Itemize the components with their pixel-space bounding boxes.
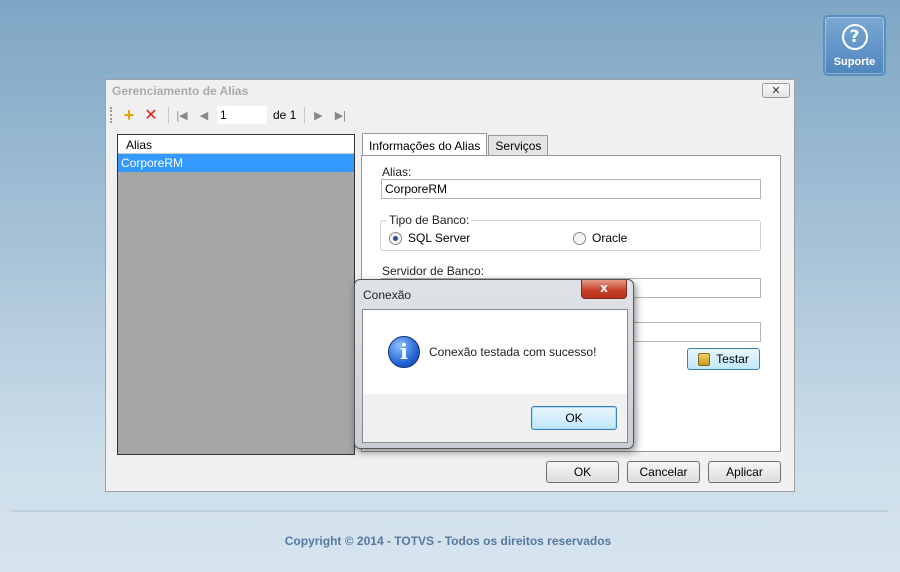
prev-page-icon[interactable]: ◀	[195, 106, 213, 124]
dialog-title: Conexão	[363, 288, 412, 302]
test-connection-button[interactable]: Testar	[687, 348, 760, 370]
db-type-label: Tipo de Banco:	[387, 213, 472, 227]
tab-services[interactable]: Serviços	[488, 135, 549, 156]
dialog-ok-button[interactable]: OK	[531, 406, 617, 430]
connection-dialog: Conexão x i Conexão testada com sucesso!…	[354, 279, 634, 449]
dialog-body: i Conexão testada com sucesso! OK	[362, 309, 628, 443]
toolbar-grip[interactable]	[110, 107, 114, 123]
cancel-button[interactable]: Cancelar	[627, 461, 700, 483]
toolbar: + ✕ |◀ ◀ de 1 ▶ ▶|	[110, 104, 790, 126]
database-icon	[698, 352, 711, 366]
ok-button[interactable]: OK	[546, 461, 619, 483]
copyright-text: Copyright © 2014 - TOTVS - Todos os dire…	[284, 534, 612, 548]
dialog-close-button[interactable]: x	[581, 280, 627, 299]
toolbar-separator	[304, 107, 306, 123]
alias-name-input[interactable]	[381, 179, 761, 199]
dialog-footer: OK	[363, 394, 627, 442]
tab-alias-info[interactable]: Informações do Alias	[362, 133, 488, 156]
alias-column-header[interactable]: Alias	[118, 135, 354, 154]
oracle-radio[interactable]: Oracle	[573, 231, 627, 245]
first-page-icon[interactable]: |◀	[173, 106, 191, 124]
alias-list: Alias CorporeRM	[117, 134, 355, 455]
test-button-label: Testar	[716, 352, 749, 366]
question-circle-icon: ?	[841, 24, 868, 50]
apply-button[interactable]: Aplicar	[708, 461, 781, 483]
next-page-icon[interactable]: ▶	[309, 106, 327, 124]
alias-list-item[interactable]: CorporeRM	[118, 154, 354, 172]
page-number-input[interactable]	[217, 106, 267, 124]
support-label: Suporte	[833, 56, 876, 68]
last-page-icon[interactable]: ▶|	[331, 106, 349, 124]
window-title: Gerenciamento de Alias	[112, 84, 249, 98]
window-titlebar: Gerenciamento de Alias ✕	[106, 80, 794, 102]
server-field-label: Servidor de Banco:	[382, 264, 485, 278]
footer-divider	[12, 510, 888, 512]
db-type-group: Tipo de Banco: SQL Server Oracle	[380, 213, 761, 251]
radio-unchecked-icon	[573, 231, 586, 245]
add-icon[interactable]: +	[120, 105, 138, 125]
sql-server-radio[interactable]: SQL Server	[389, 231, 470, 245]
dialog-message: Conexão testada com sucesso!	[429, 345, 597, 359]
toolbar-separator	[168, 107, 169, 123]
info-icon: i	[388, 336, 420, 368]
page-count-label: de 1	[273, 108, 297, 122]
tab-strip: Informações do Alias Serviços	[362, 133, 549, 156]
delete-icon[interactable]: ✕	[142, 106, 160, 124]
alias-field-label: Alias:	[382, 165, 412, 179]
sql-server-label: SQL Server	[408, 231, 471, 245]
support-button[interactable]: ? Suporte	[823, 15, 886, 76]
radio-checked-icon	[389, 231, 402, 245]
oracle-label: Oracle	[592, 231, 628, 245]
window-close-button[interactable]: ✕	[762, 83, 790, 98]
